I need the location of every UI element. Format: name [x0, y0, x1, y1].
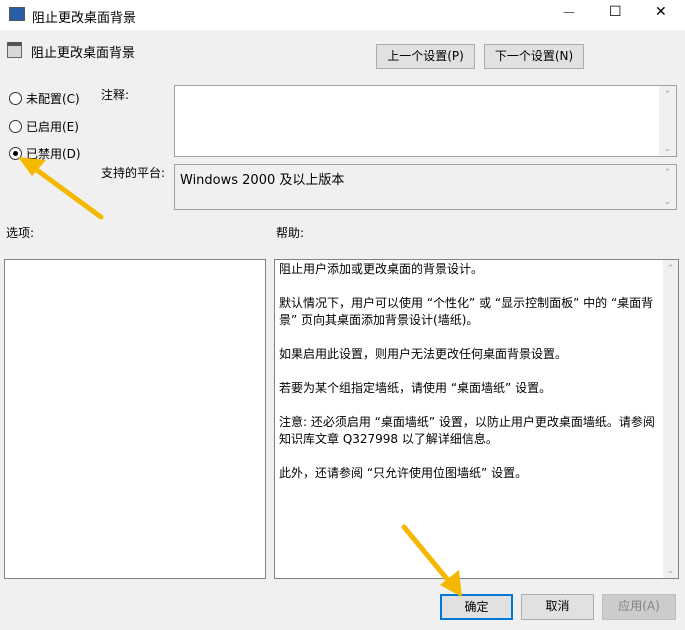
annotation-arrows	[18, 157, 462, 597]
arrow-icon	[18, 157, 104, 220]
arrow-icon	[401, 524, 462, 597]
